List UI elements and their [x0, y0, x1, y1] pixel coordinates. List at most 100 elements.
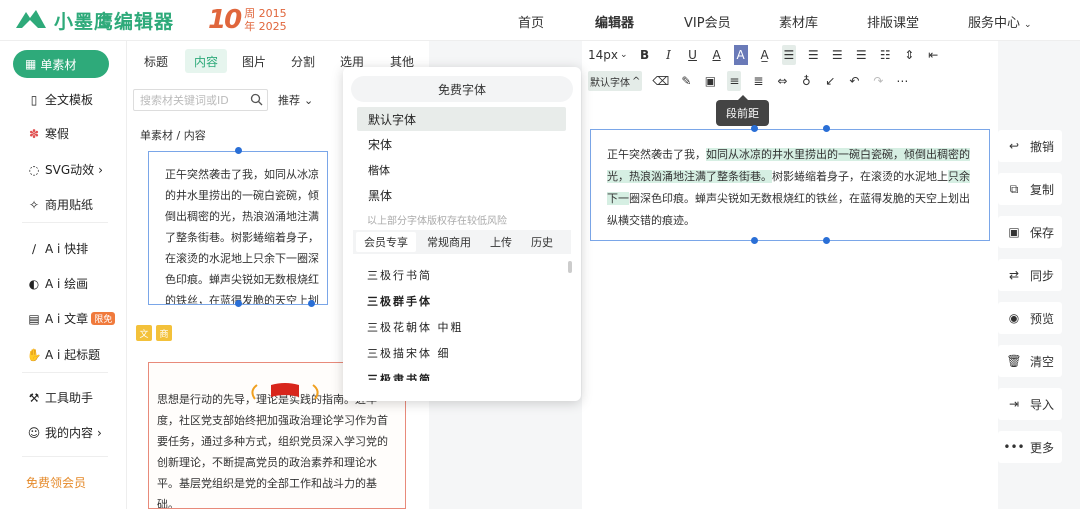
letter-spacing-icon[interactable]: ⇔ [775, 71, 789, 91]
tab-upload[interactable]: 上传 [482, 232, 520, 252]
align-left-icon[interactable]: ☰ [781, 45, 797, 65]
import-button[interactable]: ⇥ 导入 [998, 388, 1062, 420]
undo-icon[interactable]: ↶ [847, 71, 861, 91]
more-icon[interactable]: ⋯ [895, 71, 909, 91]
tab-history[interactable]: 历史 [523, 232, 561, 252]
nav-home[interactable]: 首页 [518, 12, 544, 31]
sync-button[interactable]: ⇄ 同步 [998, 259, 1062, 291]
highlight-color-icon[interactable]: A [733, 45, 748, 65]
italic-icon[interactable]: I [662, 45, 676, 65]
eraser-icon[interactable]: ⌫ [652, 71, 669, 91]
search-icon[interactable] [250, 93, 263, 106]
bulb-icon[interactable]: ♁ [799, 71, 813, 91]
nav-courses[interactable]: 排版课堂 [867, 12, 919, 31]
content-card[interactable]: 正午突然袭击了我，如同从冰凉的井水里捞出的一碗白瓷碗，倾倒出稠密的光，热浪汹涌地… [148, 151, 328, 305]
editor-canvas[interactable] [582, 41, 998, 509]
sidebar-item-stickers[interactable]: ✧ 商用贴纸 [27, 196, 93, 213]
flag-emblem-icon [251, 383, 319, 400]
font-style-option[interactable]: 三极描宋体 细 [367, 345, 451, 361]
chevron-down-icon: ⌄ [1024, 20, 1032, 30]
image-icon[interactable]: ▣ [703, 71, 717, 91]
font-color-icon[interactable]: A [710, 45, 724, 65]
tab-content[interactable]: 内容 [185, 49, 228, 73]
nav-vip[interactable]: VIP会员 [684, 12, 731, 31]
font-style-option[interactable]: 三极群手体 [367, 293, 432, 309]
sidebar-item-templates[interactable]: ▯ 全文模板 [27, 91, 93, 108]
font-style-option[interactable]: 三极隶书简 [367, 371, 432, 381]
font-option[interactable]: 楷体 [357, 158, 566, 182]
text-segment: 树影蜷缩着身子，在滚烫的水泥地上 [772, 170, 948, 183]
save-icon: ▣ [1008, 225, 1020, 239]
free-member-link[interactable]: 免费领会员 [26, 474, 86, 491]
tab-commercial-fonts[interactable]: 常规商用 [419, 232, 479, 252]
format-toolbar-row-1: 14px ⌄ B I U A A A̲ ☰ ☰ ☰ ☰ ☷ ⇕ ⇤ [588, 44, 940, 66]
user-icon: ☺ [27, 425, 41, 440]
nav-library[interactable]: 素材库 [779, 12, 818, 31]
resize-handle[interactable] [823, 237, 830, 244]
font-family-select[interactable]: 默认字体 ^ [588, 71, 643, 91]
sidebar-item-winter[interactable]: ✽ 寒假 [27, 125, 69, 142]
font-option[interactable]: 宋体 [357, 132, 566, 156]
brand-name: 小墨鹰编辑器 [54, 10, 175, 33]
undo-button[interactable]: ↩ 撤销 [998, 130, 1062, 162]
font-style-option[interactable]: 三极花朝体 中粗 [367, 319, 464, 335]
logo[interactable]: 小墨鹰编辑器 [14, 6, 174, 34]
tab-divider[interactable]: 分割 [282, 49, 324, 73]
sidebar-item-single-material[interactable]: ▦ 单素材 [13, 50, 109, 78]
resize-handle[interactable] [751, 125, 758, 132]
spacing-icon[interactable]: ≣ [751, 71, 765, 91]
exit-icon[interactable]: ⇤ [926, 45, 940, 65]
copy-button[interactable]: ⧉ 复制 [998, 173, 1062, 205]
format-brush-icon[interactable]: ✎ [679, 71, 693, 91]
sidebar-item-ai-title[interactable]: ✋ A i 起标题 [27, 346, 101, 363]
tab-title[interactable]: 标题 [135, 49, 177, 73]
preview-button[interactable]: ◉ 预览 [998, 302, 1062, 334]
sidebar-item-label: A i 快排 [45, 242, 89, 256]
link-icon[interactable]: ↙ [823, 71, 837, 91]
bold-icon[interactable]: B [638, 45, 652, 65]
button-label: 预览 [1030, 311, 1055, 326]
format-toolbar-row-2: 默认字体 ^ ⌫ ✎ ▣ ≡ ≣ ⇔ ♁ ↙ ↶ ↷ ⋯ [588, 70, 909, 92]
paragraph-spacing-icon[interactable]: ≡ [727, 71, 742, 91]
font-size-select[interactable]: 14px ⌄ [588, 45, 628, 65]
nav-editor[interactable]: 编辑器 [595, 12, 634, 31]
align-justify-icon[interactable]: ☰ [854, 45, 868, 65]
resize-handle[interactable] [235, 300, 242, 307]
grid-icon: ▦ [25, 57, 37, 71]
font-option[interactable]: 黑体 [357, 183, 566, 207]
resize-handle[interactable] [235, 147, 242, 154]
sidebar-item-svg[interactable]: ◌ SVG动效 › [27, 161, 103, 178]
sort-dropdown[interactable]: 推荐 ⌄ [278, 92, 313, 108]
resize-handle[interactable] [823, 125, 830, 132]
card-text: 正午突然袭击了我，如同从冰凉的井水里捞出的一碗白瓷碗，倾倒出稠密的光，热浪汹涌地… [165, 168, 319, 305]
underline-icon[interactable]: U [686, 45, 700, 65]
sidebar-item-tools[interactable]: ⚒ 工具助手 [27, 389, 93, 406]
resize-handle[interactable] [308, 300, 315, 307]
line-spacing-icon[interactable]: ⇕ [902, 45, 916, 65]
sidebar-item-ai-article[interactable]: ▤ A i 文章 限免 [27, 310, 116, 327]
tab-image[interactable]: 图片 [233, 49, 275, 73]
nav-service[interactable]: 服务中心 ⌄ [968, 12, 1032, 31]
sidebar-item-label: A i 文章 [45, 312, 89, 326]
anniversary-years: 周 2015 年 2025 [244, 7, 287, 33]
clear-button[interactable]: 🗑 清空 [998, 345, 1062, 377]
chevron-right-icon: › [98, 162, 103, 177]
text-block[interactable]: 正午突然袭击了我，如同从冰凉的井水里捞出的一碗白瓷碗，倾倒出稠密的光，热浪汹涌地… [590, 129, 990, 241]
sidebar-item-ai-draw[interactable]: ◐ A i 绘画 [27, 275, 88, 292]
align-right-icon[interactable]: ☰ [830, 45, 844, 65]
resize-handle[interactable] [751, 237, 758, 244]
indent-icon[interactable]: ☷ [878, 45, 892, 65]
text-effect-icon[interactable]: A̲ [758, 45, 772, 65]
tab-member-fonts[interactable]: 会员专享 [356, 232, 416, 252]
sidebar-item-ai-layout[interactable]: ∕ A i 快排 [27, 240, 88, 257]
align-center-icon[interactable]: ☰ [806, 45, 820, 65]
search-input[interactable]: 搜索材关键词或ID [133, 89, 268, 111]
font-option[interactable]: 默认字体 [357, 107, 566, 131]
font-style-option[interactable]: 三极行书简 [367, 267, 432, 283]
scrollbar[interactable] [568, 261, 572, 273]
sidebar-item-my-content[interactable]: ☺ 我的内容 › [27, 424, 102, 441]
redo-icon[interactable]: ↷ [871, 71, 885, 91]
more-button[interactable]: ••• 更多 [998, 431, 1062, 463]
card-text: 思想是行动的先导，理论是实践的指南。近年度，社区党支部始终把加强政治理论学习作为… [157, 393, 388, 509]
save-button[interactable]: ▣ 保存 [998, 216, 1062, 248]
